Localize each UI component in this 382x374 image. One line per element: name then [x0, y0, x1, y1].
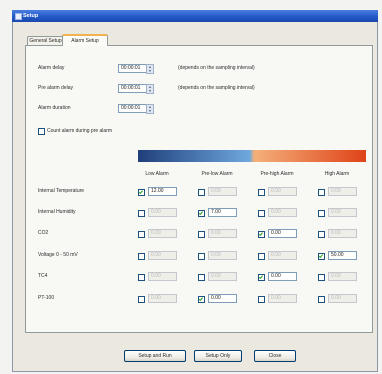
alarm-checkbox-internal-humidity-pre-high-alarm[interactable] — [258, 209, 265, 217]
column-header-pre-high-alarm: Pre-high Alarm — [260, 171, 294, 177]
alarm-checkbox-internal-humidity-pre-low-alarm[interactable] — [198, 209, 205, 217]
alarm-value-input-tc4-high-alarm[interactable]: 0.00 — [328, 272, 357, 281]
column-header-pre-low-alarm: Pre-low Alarm — [201, 171, 233, 177]
alarm-value-input-voltage-0-50-mv-low-alarm[interactable]: 0.00 — [148, 251, 177, 260]
alarm-value-input-pt-100-pre-low-alarm[interactable]: 0.00 — [208, 294, 237, 303]
window-title: Setup — [23, 12, 39, 19]
alarm-value-input-internal-temperature-pre-low-alarm[interactable]: 0.00 — [208, 187, 237, 196]
alarm-level-gradient — [138, 150, 366, 162]
alarm-checkbox-tc4-pre-low-alarm[interactable] — [198, 273, 205, 281]
alarm-value-input-voltage-0-50-mv-pre-high-alarm[interactable]: 0.00 — [268, 251, 297, 260]
alarm-checkbox-co2-low-alarm[interactable] — [138, 230, 145, 238]
row-label-internal-temperature: Internal Temperature — [38, 188, 85, 194]
alarm-value-input-tc4-low-alarm[interactable]: 0.00 — [148, 272, 177, 281]
alarm-checkbox-internal-temperature-high-alarm[interactable] — [318, 188, 325, 196]
alarm-duration-spinner[interactable] — [146, 104, 154, 114]
alarm-checkbox-pt-100-pre-low-alarm[interactable] — [198, 295, 205, 303]
alarm-checkbox-internal-humidity-low-alarm[interactable] — [138, 209, 145, 217]
alarm-checkbox-co2-pre-high-alarm[interactable] — [258, 230, 265, 238]
close-button[interactable]: Close — [254, 350, 296, 362]
alarm-duration-label: Alarm duration — [38, 105, 71, 111]
row-label-pt-100: PT-100 — [38, 295, 55, 301]
setup-and-run-button[interactable]: Setup and Run — [124, 350, 186, 362]
alarm-checkbox-tc4-pre-high-alarm[interactable] — [258, 273, 265, 281]
row-label-voltage-0-50-mv: Voltage 0 - 50 mV — [38, 252, 78, 258]
count-prealarm-label: Count alarm during pre alarm — [47, 127, 113, 134]
title-bar[interactable] — [12, 10, 378, 22]
alarm-checkbox-voltage-0-50-mv-pre-high-alarm[interactable] — [258, 252, 265, 260]
spin-down-icon[interactable] — [148, 90, 151, 92]
tab-alarm-setup[interactable]: Alarm Setup — [62, 34, 108, 46]
setup-only-button[interactable]: Setup Only — [194, 350, 242, 362]
alarm-checkbox-internal-temperature-pre-high-alarm[interactable] — [258, 188, 265, 196]
alarm-value-input-internal-humidity-high-alarm[interactable]: 0.00 — [328, 208, 357, 217]
alarm-value-input-internal-humidity-pre-high-alarm[interactable]: 0.00 — [268, 208, 297, 217]
alarm-delay-spinner[interactable] — [146, 64, 154, 74]
alarm-checkbox-co2-high-alarm[interactable] — [318, 230, 325, 238]
alarm-checkbox-voltage-0-50-mv-pre-low-alarm[interactable] — [198, 252, 205, 260]
spin-down-icon[interactable] — [148, 110, 151, 112]
spin-up-icon[interactable] — [148, 86, 151, 88]
pre-alarm-delay-note: (depends on the sampling interval) — [178, 85, 255, 91]
alarm-value-input-pt-100-high-alarm[interactable]: 0.00 — [328, 294, 357, 303]
pre-alarm-delay-input[interactable]: 00:00:01 — [118, 84, 147, 93]
alarm-duration-input[interactable]: 00:00:01 — [118, 104, 147, 113]
alarm-value-input-co2-low-alarm[interactable]: 0.00 — [148, 229, 177, 238]
row-label-internal-humidity: Internal Humidity — [38, 209, 76, 215]
alarm-value-input-voltage-0-50-mv-high-alarm[interactable]: 50.00 — [328, 251, 357, 260]
alarm-checkbox-tc4-low-alarm[interactable] — [138, 273, 145, 281]
alarm-value-input-pt-100-pre-high-alarm[interactable]: 0.00 — [268, 294, 297, 303]
spin-up-icon[interactable] — [148, 106, 151, 108]
alarm-value-input-tc4-pre-high-alarm[interactable]: 0.00 — [268, 272, 297, 281]
alarm-value-input-internal-temperature-high-alarm[interactable]: 0.00 — [328, 187, 357, 196]
alarm-delay-input[interactable]: 00:00:01 — [118, 64, 147, 73]
alarm-checkbox-pt-100-high-alarm[interactable] — [318, 295, 325, 303]
count-prealarm-checkbox[interactable] — [38, 128, 45, 135]
alarm-checkbox-internal-temperature-low-alarm[interactable] — [138, 188, 145, 196]
pre-alarm-delay-label: Pre alarm delay — [38, 85, 74, 91]
row-label-tc4: TC4 — [38, 273, 48, 279]
alarm-value-input-co2-pre-high-alarm[interactable]: 0.00 — [268, 229, 297, 238]
row-label-co2: CO2 — [38, 230, 49, 236]
alarm-checkbox-internal-humidity-high-alarm[interactable] — [318, 209, 325, 217]
pre-alarm-delay-spinner[interactable] — [146, 84, 154, 94]
alarm-value-input-internal-humidity-pre-low-alarm[interactable]: 7.00 — [208, 208, 237, 217]
alarm-value-input-pt-100-low-alarm[interactable]: 0.00 — [148, 294, 177, 303]
alarm-checkbox-voltage-0-50-mv-high-alarm[interactable] — [318, 252, 325, 260]
spin-up-icon[interactable] — [148, 66, 151, 68]
spin-down-icon[interactable] — [148, 70, 151, 72]
alarm-checkbox-co2-pre-low-alarm[interactable] — [198, 230, 205, 238]
alarm-value-input-voltage-0-50-mv-pre-low-alarm[interactable]: 0.00 — [208, 251, 237, 260]
alarm-checkbox-pt-100-low-alarm[interactable] — [138, 295, 145, 303]
column-header-high-alarm: High Alarm — [324, 171, 350, 177]
app-icon — [15, 13, 22, 20]
alarm-checkbox-voltage-0-50-mv-low-alarm[interactable] — [138, 252, 145, 260]
alarm-delay-label: Alarm delay — [38, 65, 65, 71]
alarm-value-input-internal-humidity-low-alarm[interactable]: 0.00 — [148, 208, 177, 217]
alarm-value-input-internal-temperature-pre-high-alarm[interactable]: 0.00 — [268, 187, 297, 196]
alarm-value-input-co2-pre-low-alarm[interactable]: 0.00 — [208, 229, 237, 238]
alarm-delay-note: (depends on the sampling interval) — [178, 65, 255, 71]
alarm-checkbox-tc4-high-alarm[interactable] — [318, 273, 325, 281]
alarm-value-input-co2-high-alarm[interactable]: 0.00 — [328, 229, 357, 238]
alarm-checkbox-pt-100-pre-high-alarm[interactable] — [258, 295, 265, 303]
column-header-low-alarm: Low Alarm — [145, 171, 169, 177]
alarm-checkbox-internal-temperature-pre-low-alarm[interactable] — [198, 188, 205, 196]
alarm-value-input-tc4-pre-low-alarm[interactable]: 0.00 — [208, 272, 237, 281]
alarm-value-input-internal-temperature-low-alarm[interactable]: 12.00 — [148, 187, 177, 196]
